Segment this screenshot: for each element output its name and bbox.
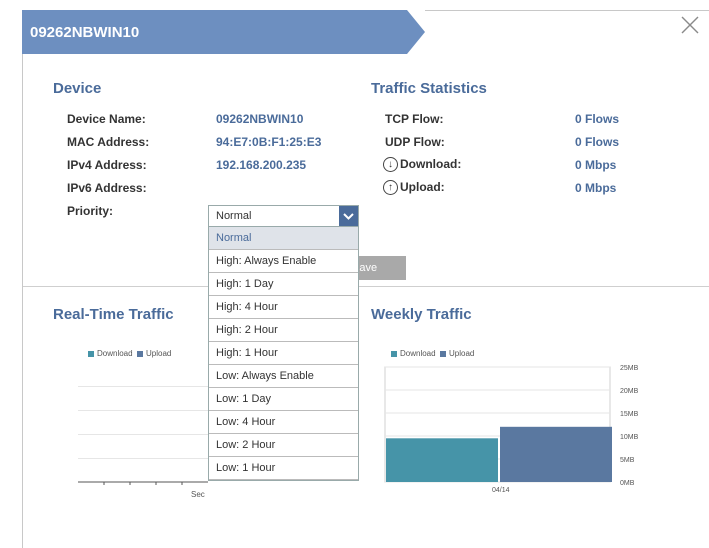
priority-option-high-1-hour[interactable]: High: 1 Hour (209, 342, 358, 365)
priority-option-low-2-hour[interactable]: Low: 2 Hour (209, 434, 358, 457)
realtime-legend: Download Upload (88, 349, 171, 358)
ipv4-address-value: 192.168.200.235 (216, 158, 307, 172)
dialog-title: 09262NBWIN10 (30, 24, 140, 41)
priority-label: Priority: (67, 204, 114, 218)
upload-value: 0 Mbps (575, 181, 617, 195)
device-name-label: Device Name: (67, 112, 146, 126)
priority-dropdown-list: Normal High: Always Enable High: 1 Day H… (208, 226, 359, 481)
realtime-gridline (78, 458, 208, 459)
priority-option-normal[interactable]: Normal (209, 227, 358, 250)
weekly-y-tick-label: 20MB (620, 388, 639, 395)
upload-label: Upload: (400, 180, 445, 194)
realtime-gridline (78, 410, 208, 411)
download-value: 0 Mbps (575, 158, 617, 172)
priority-option-low-1-day[interactable]: Low: 1 Day (209, 388, 358, 411)
priority-option-high-4-hour[interactable]: High: 4 Hour (209, 296, 358, 319)
weekly-bar-download (386, 438, 498, 482)
device-name-value: 09262NBWIN10 (216, 112, 304, 126)
download-arrow-icon: ↓ (383, 157, 398, 173)
section-divider (23, 286, 709, 287)
mac-address-value: 94:E7:0B:F1:25:E3 (216, 135, 322, 149)
priority-option-high-2-hour[interactable]: High: 2 Hour (209, 319, 358, 342)
chevron-down-icon[interactable] (339, 206, 358, 226)
traffic-statistics-heading: Traffic Statistics (371, 80, 487, 97)
realtime-traffic-heading: Real-Time Traffic (53, 306, 174, 323)
ipv4-address-label: IPv4 Address: (67, 158, 147, 172)
priority-option-high-1-day[interactable]: High: 1 Day (209, 273, 358, 296)
priority-option-low-1-hour[interactable]: Low: 1 Hour (209, 457, 358, 480)
ipv6-address-label: IPv6 Address: (67, 181, 147, 195)
priority-option-high-always[interactable]: High: Always Enable (209, 250, 358, 273)
realtime-x-axis (78, 481, 208, 485)
weekly-traffic-heading: Weekly Traffic (371, 306, 472, 323)
weekly-bar-upload (500, 426, 612, 482)
download-row: ↓ Download: (383, 157, 462, 173)
weekly-y-tick-label: 15MB (620, 411, 639, 418)
udp-flow-label: UDP Flow: (385, 135, 445, 149)
realtime-x-label: Sec (191, 490, 205, 499)
weekly-y-tick-label: 0MB (620, 480, 635, 487)
tcp-flow-label: TCP Flow: (385, 112, 444, 126)
udp-flow-value: 0 Flows (575, 135, 620, 149)
upload-arrow-icon: ↑ (383, 180, 398, 196)
priority-option-low-4-hour[interactable]: Low: 4 Hour (209, 411, 358, 434)
download-swatch (88, 350, 94, 357)
realtime-legend-upload: Upload (146, 349, 172, 358)
weekly-y-tick-label: 5MB (620, 457, 635, 464)
priority-option-low-always[interactable]: Low: Always Enable (209, 365, 358, 388)
realtime-gridline (78, 386, 208, 387)
close-icon[interactable] (679, 14, 701, 36)
weekly-traffic-chart: 25MB 20MB 15MB 10MB 5MB 0MB 04/14 (384, 365, 639, 494)
weekly-y-tick-label: 10MB (620, 434, 639, 441)
priority-select[interactable]: Normal (208, 205, 359, 227)
priority-selected-value: Normal (216, 210, 252, 222)
realtime-legend-download: Download (97, 349, 133, 358)
mac-address-label: MAC Address: (67, 135, 150, 149)
weekly-y-tick-label: 25MB (620, 365, 639, 372)
realtime-gridline (78, 434, 208, 435)
weekly-x-tick-label: 04/14 (492, 487, 510, 494)
upload-row: ↑ Upload: (383, 180, 445, 196)
upload-swatch (137, 350, 144, 357)
device-heading: Device (53, 80, 102, 97)
download-label: Download: (400, 157, 462, 171)
tcp-flow-value: 0 Flows (575, 112, 620, 126)
